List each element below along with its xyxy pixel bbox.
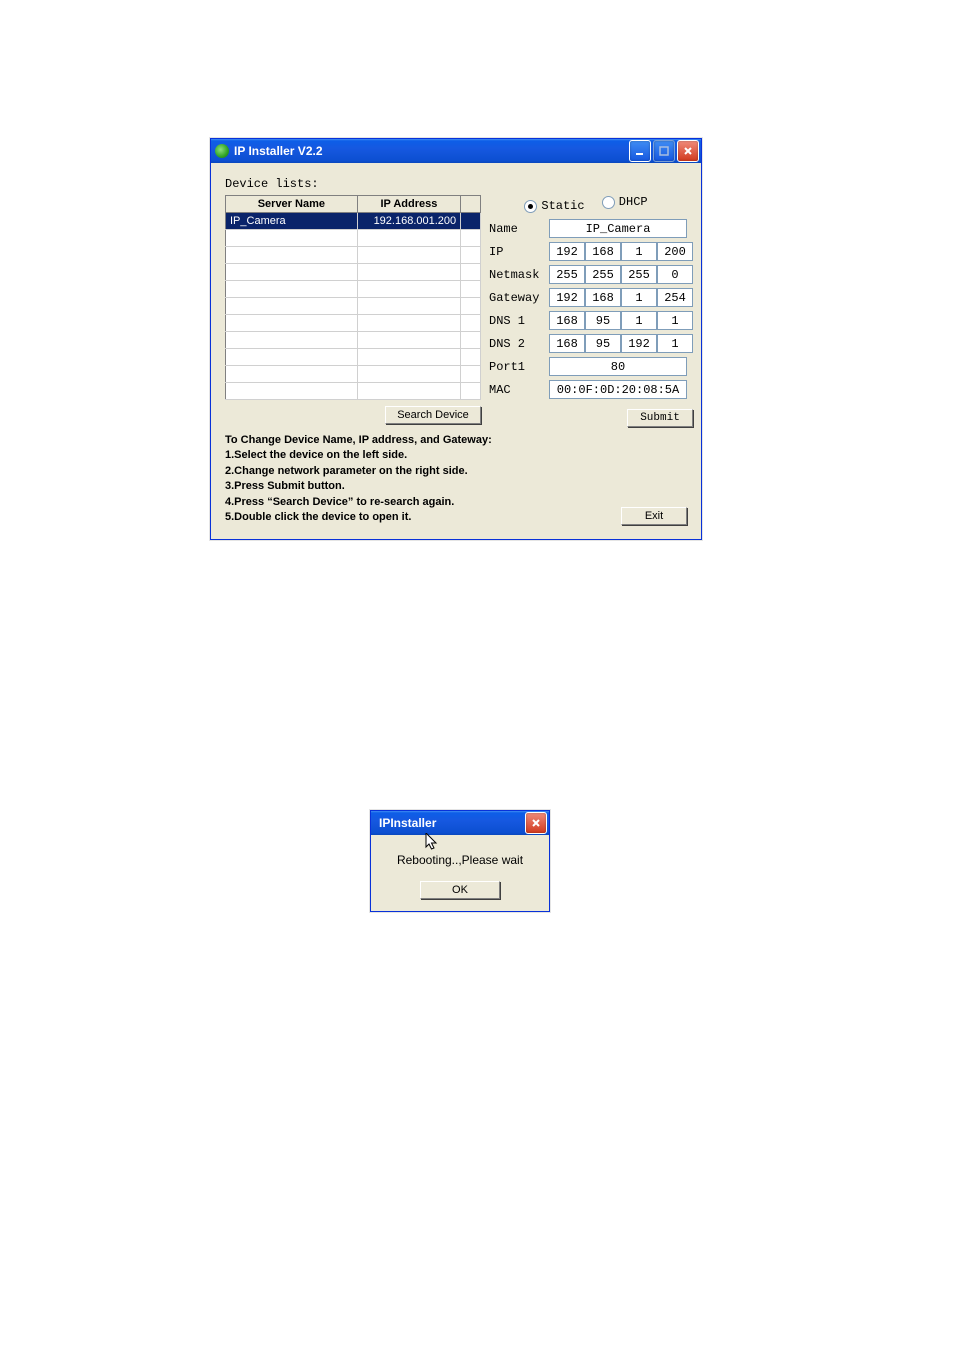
table-row[interactable] <box>226 247 481 264</box>
port1-label: Port1 <box>489 360 549 374</box>
dhcp-radio-label: DHCP <box>619 195 648 209</box>
netmask-o1[interactable] <box>549 265 585 284</box>
ip-o2[interactable] <box>585 242 621 261</box>
dns2-o1[interactable] <box>549 334 585 353</box>
name-input[interactable] <box>549 219 687 238</box>
search-device-button[interactable]: Search Device <box>385 406 481 424</box>
table-row[interactable] <box>226 298 481 315</box>
netmask-o3[interactable] <box>621 265 657 284</box>
netmask-o4[interactable] <box>657 265 693 284</box>
dns2-label: DNS 2 <box>489 337 549 351</box>
msg-text: Rebooting..,Please wait <box>381 853 539 867</box>
table-row[interactable] <box>226 281 481 298</box>
inst-5: 5.Double click the device to open it. <box>225 510 492 525</box>
submit-button[interactable]: Submit <box>627 409 693 427</box>
dns2-o3[interactable] <box>621 334 657 353</box>
msg-title: IPInstaller <box>375 816 525 830</box>
dns2-o2[interactable] <box>585 334 621 353</box>
inst-3: 3.Press Submit button. <box>225 479 492 494</box>
netmask-o2[interactable] <box>585 265 621 284</box>
name-label: Name <box>489 222 549 236</box>
device-table[interactable]: Server Name IP Address IP_Camera 192.168… <box>225 195 481 400</box>
minimize-button[interactable] <box>629 140 651 162</box>
close-button[interactable] <box>677 140 699 162</box>
col-blank <box>461 196 481 213</box>
mac-label: MAC <box>489 383 549 397</box>
table-row[interactable]: IP_Camera 192.168.001.200 <box>226 213 481 230</box>
netmask-label: Netmask <box>489 268 549 282</box>
ip-o1[interactable] <box>549 242 585 261</box>
device-lists-label: Device lists: <box>225 177 687 191</box>
msg-titlebar[interactable]: IPInstaller <box>371 811 549 835</box>
mac-input[interactable] <box>549 380 687 399</box>
gateway-o1[interactable] <box>549 288 585 307</box>
msg-ok-button[interactable]: OK <box>420 881 500 899</box>
maximize-button <box>653 140 675 162</box>
instructions: To Change Device Name, IP address, and G… <box>225 433 492 525</box>
cell-ip-address: 192.168.001.200 <box>357 213 460 230</box>
titlebar[interactable]: IP Installer V2.2 <box>211 139 701 163</box>
gateway-o2[interactable] <box>585 288 621 307</box>
table-row[interactable] <box>226 230 481 247</box>
cell-server-name: IP_Camera <box>226 213 358 230</box>
col-ip-address[interactable]: IP Address <box>357 196 460 213</box>
table-row[interactable] <box>226 349 481 366</box>
dns1-o3[interactable] <box>621 311 657 330</box>
gateway-label: Gateway <box>489 291 549 305</box>
table-row[interactable] <box>226 315 481 332</box>
app-icon <box>215 144 229 158</box>
table-row[interactable] <box>226 332 481 349</box>
ip-installer-window: IP Installer V2.2 Device lists: Server N… <box>210 138 702 540</box>
dns1-o1[interactable] <box>549 311 585 330</box>
dns2-o4[interactable] <box>657 334 693 353</box>
inst-4: 4.Press “Search Device” to re-search aga… <box>225 495 492 510</box>
ip-o4[interactable] <box>657 242 693 261</box>
static-radio-label: Static <box>541 199 584 213</box>
inst-1: 1.Select the device on the left side. <box>225 448 492 463</box>
inst-2: 2.Change network parameter on the right … <box>225 464 492 479</box>
window-title: IP Installer V2.2 <box>234 144 629 158</box>
exit-button[interactable]: Exit <box>621 507 687 525</box>
table-row[interactable] <box>226 264 481 281</box>
inst-heading: To Change Device Name, IP address, and G… <box>225 433 492 448</box>
static-radio[interactable]: Static <box>524 199 584 213</box>
dns1-label: DNS 1 <box>489 314 549 328</box>
gateway-o3[interactable] <box>621 288 657 307</box>
dns1-o4[interactable] <box>657 311 693 330</box>
ipinstaller-messagebox: IPInstaller Rebooting..,Please wait OK <box>370 810 550 912</box>
dhcp-radio[interactable]: DHCP <box>602 195 648 209</box>
ip-o3[interactable] <box>621 242 657 261</box>
col-server-name[interactable]: Server Name <box>226 196 358 213</box>
ip-label: IP <box>489 245 549 259</box>
table-row[interactable] <box>226 366 481 383</box>
msg-close-button[interactable] <box>525 812 547 834</box>
dns1-o2[interactable] <box>585 311 621 330</box>
port1-input[interactable] <box>549 357 687 376</box>
table-row[interactable] <box>226 383 481 400</box>
gateway-o4[interactable] <box>657 288 693 307</box>
